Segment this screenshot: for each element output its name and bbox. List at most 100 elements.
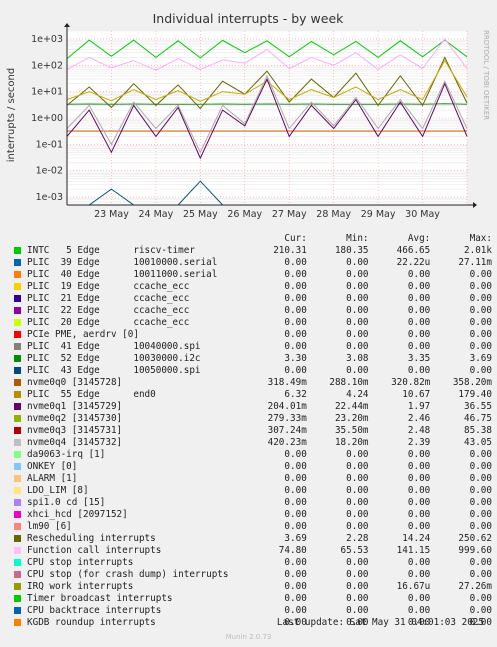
legend-cur: 0.00 xyxy=(284,257,307,268)
legend-avg: 0.00 xyxy=(407,269,431,280)
legend-avg: 0.00 xyxy=(407,305,431,316)
legend-cur: 307.24m xyxy=(267,425,307,436)
chart-area: Individual interrupts - by week interrup… xyxy=(6,11,490,220)
legend-cur: 0.00 xyxy=(284,509,307,520)
legend-min: 0.00 xyxy=(346,329,369,340)
legend-avg: 2.48 xyxy=(407,425,431,436)
legend-avg: 466.65 xyxy=(396,245,431,256)
legend-cur: 0.00 xyxy=(284,293,307,304)
legend-min: 0.00 xyxy=(346,305,369,316)
legend-min: 22.44m xyxy=(334,401,369,412)
legend-cur: 210.31 xyxy=(273,245,307,256)
legend-swatch xyxy=(14,439,21,446)
legend-row: Function call interrupts 74.80 65.53 141.15… xyxy=(12,545,492,557)
legend-cur: 74.80 xyxy=(278,545,307,556)
legend-cur: 0.00 xyxy=(284,521,307,532)
legend-cur: 3.30 xyxy=(284,353,307,364)
legend-series-name: PLIC 39 Edge 10010000.serial xyxy=(27,257,218,268)
legend-min: 0.00 xyxy=(346,605,369,616)
legend-cur: 6.32 xyxy=(284,389,307,400)
legend-max: 0.00 xyxy=(469,497,492,508)
legend-min: 0.00 xyxy=(346,257,369,268)
legend-min: 0.00 xyxy=(346,521,369,532)
legend-cur: 204.01m xyxy=(267,401,307,412)
legend-min: 4.24 xyxy=(346,389,369,400)
legend-swatch xyxy=(14,559,21,566)
legend-avg: 1.97 xyxy=(407,401,431,412)
legend-min: 0.00 xyxy=(346,269,369,280)
legend-min: 0.00 xyxy=(346,365,369,376)
legend-row: nvme0q3 [3145731] 307.24m 35.50m 2.48 85.38 xyxy=(12,425,492,437)
legend-swatch xyxy=(14,283,21,290)
legend-series-name: ONKEY [0] xyxy=(27,461,78,472)
legend-max: 0.00 xyxy=(469,605,492,616)
legend-row: spi1.0 cd [15] 0.00 0.00 0.00 0.00 xyxy=(12,497,492,509)
legend-swatch xyxy=(14,331,21,338)
legend-header: Cur: Min: Avg: Max: xyxy=(12,233,492,245)
header-min: Min: xyxy=(346,233,369,244)
last-update: Last update: Sat May 31 04:01:03 2025 xyxy=(276,617,484,628)
legend-series-name: nvme0q1 [3145729] xyxy=(27,401,123,412)
legend-row: PLIC 39 Edge 10010000.serial 0.00 0.00 22.2… xyxy=(12,257,492,269)
legend-avg: 0.00 xyxy=(407,329,431,340)
legend-series-name: xhci_hcd [2097152] xyxy=(27,509,128,520)
legend-avg: 0.00 xyxy=(407,509,431,520)
y-tick-label: 1e-03 xyxy=(36,192,63,203)
legend: Cur: Min: Avg: Max: INTC 5 Edge riscv-ti… xyxy=(12,233,492,629)
legend-row: nvme0q4 [3145732] 420.23m 18.20m 2.39 43.05 xyxy=(12,437,492,449)
x-tick-label: 23 May xyxy=(94,209,129,220)
legend-min: 18.20m xyxy=(334,437,369,448)
legend-series-name: PLIC 22 Edge ccache_ecc xyxy=(27,305,190,316)
legend-swatch xyxy=(14,319,21,326)
legend-row: PCIe PME, aerdrv [0] 0.00 0.00 0.00 0.00 xyxy=(12,329,492,341)
x-tick-label: 25 May xyxy=(183,209,218,220)
legend-row: IRQ work interrupts 0.00 0.00 16.67u 27.26m xyxy=(12,581,492,593)
y-tick-label: 1e-01 xyxy=(36,139,63,150)
legend-cur: 0.00 xyxy=(284,605,307,616)
legend-series-name: spi1.0 cd [15] xyxy=(27,497,106,508)
legend-cur: 0.00 xyxy=(284,581,307,592)
legend-swatch xyxy=(14,595,21,602)
legend-swatch xyxy=(14,451,21,458)
legend-row: PLIC 43 Edge 10050000.spi 0.00 0.00 0.00 0.0… xyxy=(12,365,492,377)
legend-avg: 16.67u xyxy=(396,581,431,592)
legend-row: da9063-irq [1] 0.00 0.00 0.00 0.00 xyxy=(12,449,492,461)
legend-cur: 279.33m xyxy=(267,413,307,424)
legend-swatch xyxy=(14,583,21,590)
legend-swatch xyxy=(14,535,21,542)
legend-series-name: CPU stop interrupts xyxy=(27,557,134,568)
legend-max: 27.26m xyxy=(458,581,492,592)
legend-avg: 0.00 xyxy=(407,593,431,604)
legend-avg: 0.00 xyxy=(407,485,431,496)
legend-min: 35.50m xyxy=(334,425,369,436)
legend-row: CPU stop (for crash dump) interrupts 0.00… xyxy=(12,569,492,581)
y-axis-label: interrupts / second xyxy=(6,68,17,162)
munin-version: Munin 2.0.73 xyxy=(225,633,272,641)
legend-max: 85.38 xyxy=(464,425,492,436)
legend-series-name: PLIC 52 Edge 10030000.i2c xyxy=(27,353,201,364)
legend-avg: 0.00 xyxy=(407,281,431,292)
legend-max: 0.00 xyxy=(469,329,492,340)
legend-min: 0.00 xyxy=(346,473,369,484)
legend-swatch xyxy=(14,571,21,578)
legend-max: 43.05 xyxy=(464,437,492,448)
legend-swatch xyxy=(14,355,21,362)
legend-series-name: PLIC 43 Edge 10050000.spi xyxy=(27,365,201,376)
legend-swatch xyxy=(14,307,21,314)
x-axis-arrow xyxy=(473,202,477,208)
legend-row: PLIC 19 Edge ccache_ecc 0.00 0.00 0.00 0.00 xyxy=(12,281,492,293)
legend-row: PLIC 21 Edge ccache_ecc 0.00 0.00 0.00 0.00 xyxy=(12,293,492,305)
legend-min: 0.00 xyxy=(346,509,369,520)
legend-max: 0.00 xyxy=(469,461,492,472)
legend-min: 0.00 xyxy=(346,497,369,508)
legend-row: nvme0q0 [3145728] 318.49m 288.10m 320.82m 35… xyxy=(12,377,492,389)
legend-min: 0.00 xyxy=(346,341,369,352)
legend-max: 27.11m xyxy=(458,257,492,268)
y-tick-label: 1e-02 xyxy=(36,166,63,177)
legend-avg: 3.35 xyxy=(407,353,431,364)
legend-row: PLIC 40 Edge 10011000.serial 0.00 0.00 0.00… xyxy=(12,269,492,281)
legend-series-name: nvme0q2 [3145730] xyxy=(27,413,123,424)
legend-max: 3.69 xyxy=(469,353,492,364)
y-tick-label: 1e+02 xyxy=(31,60,63,71)
legend-cur: 0.00 xyxy=(284,269,307,280)
